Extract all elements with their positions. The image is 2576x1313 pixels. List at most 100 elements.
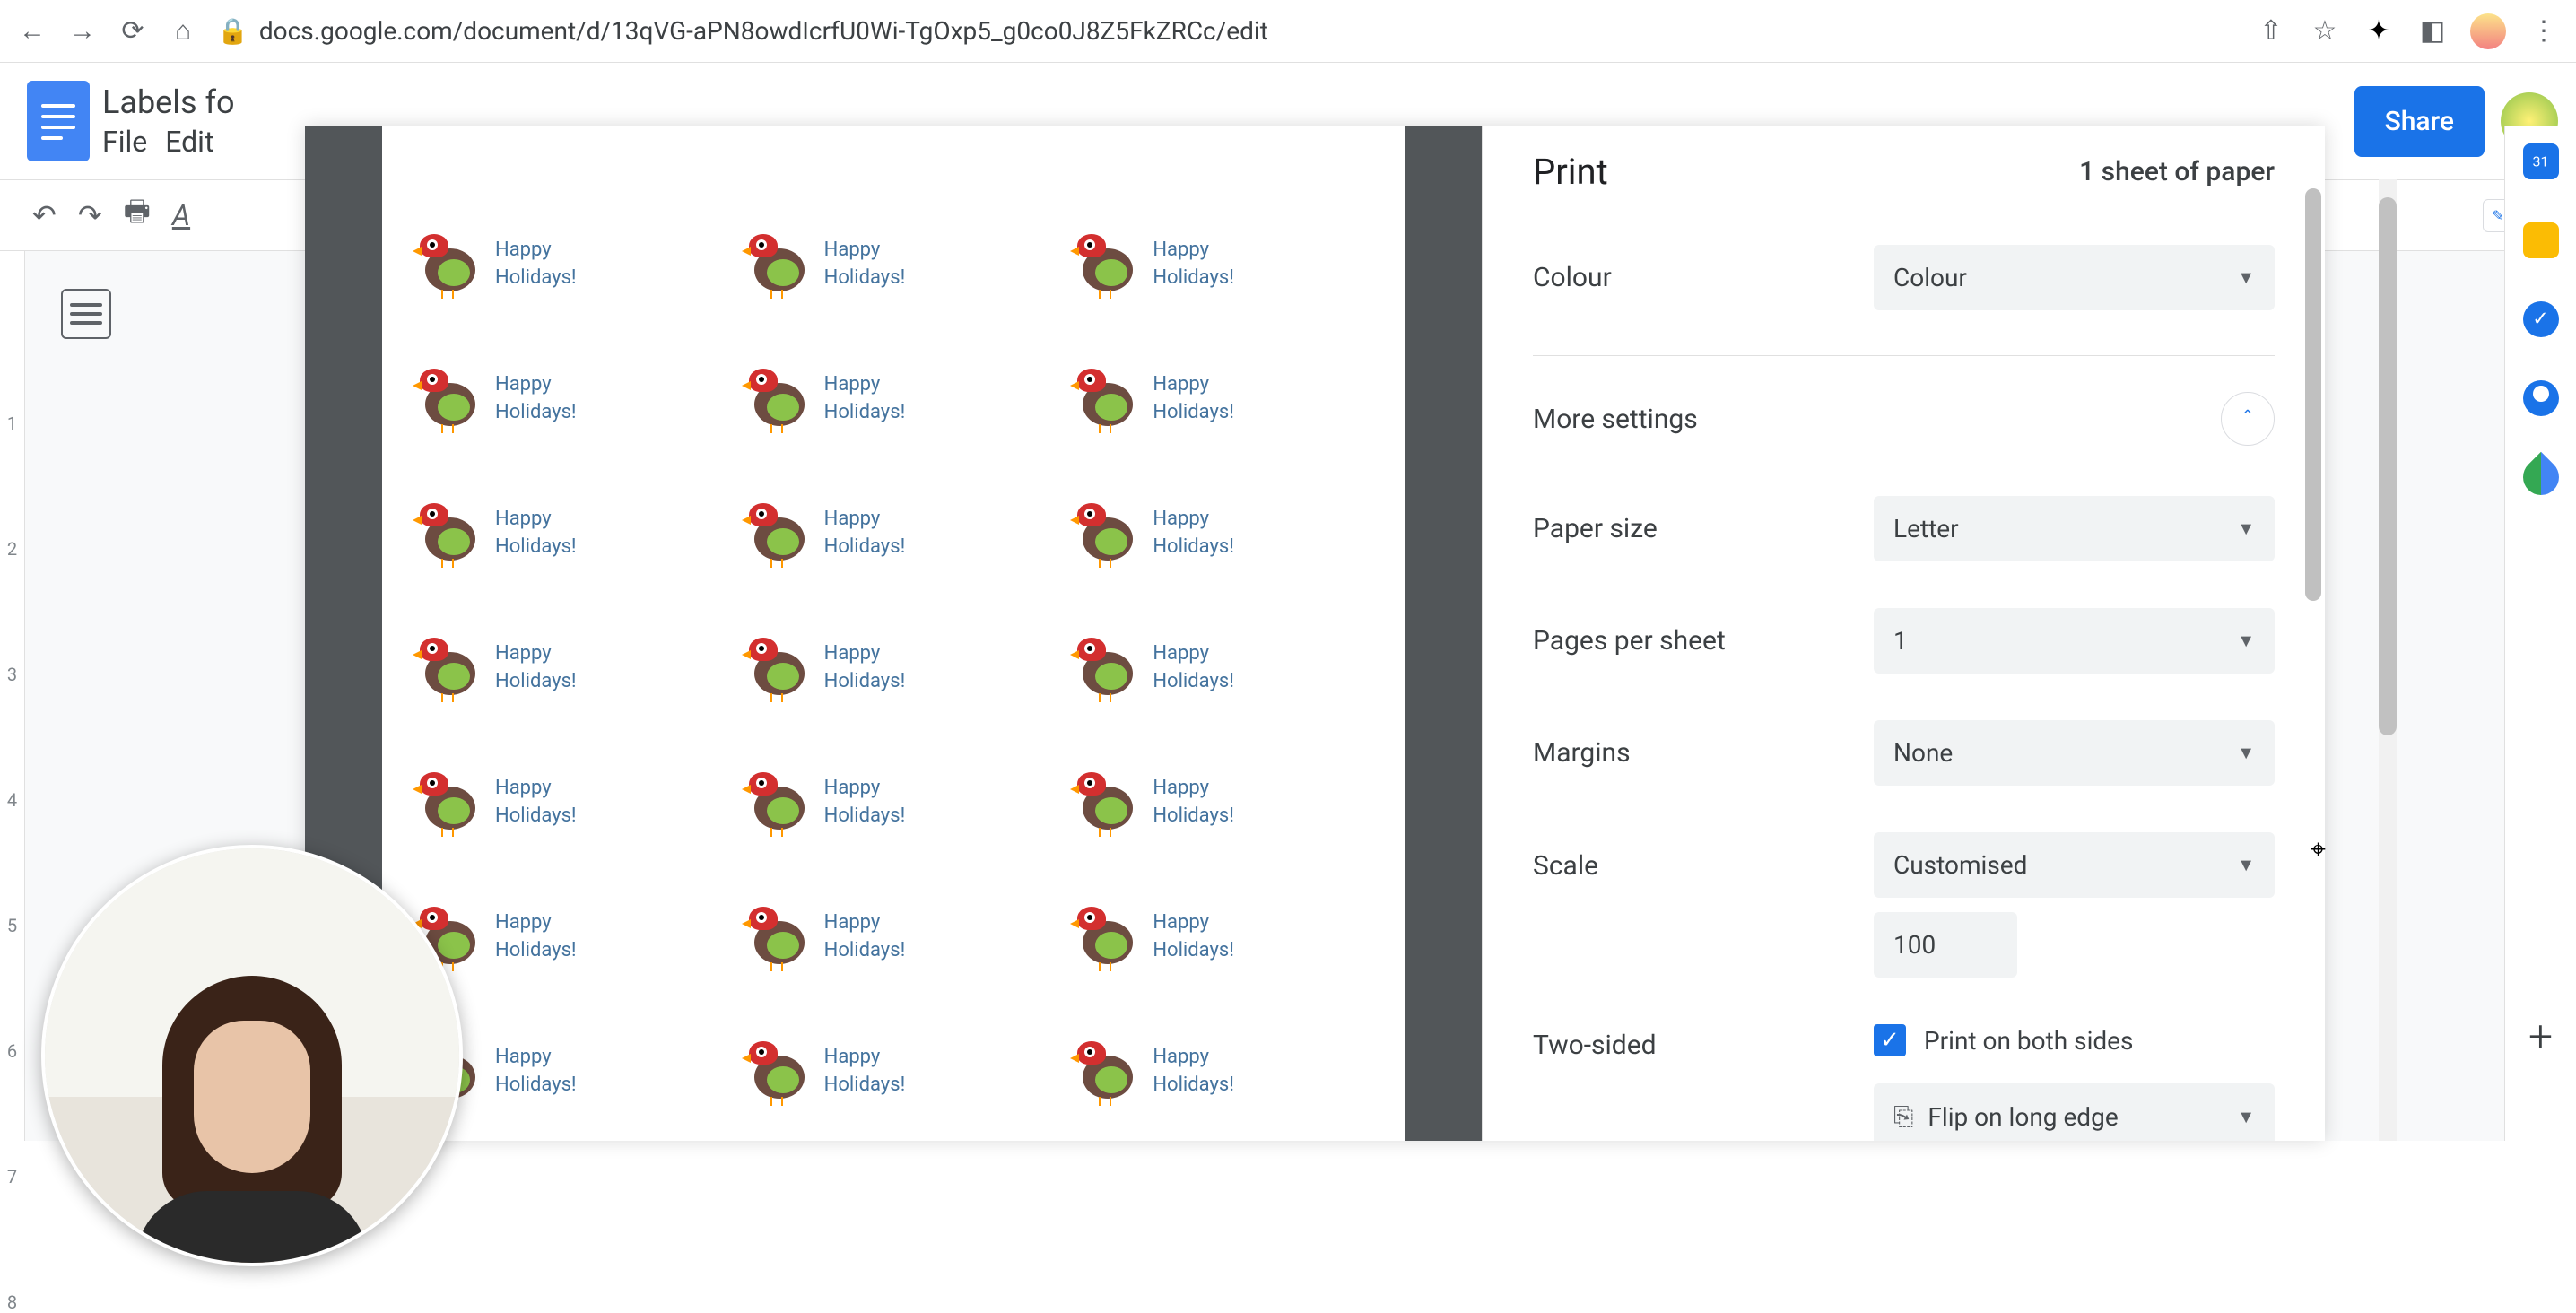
document-outline-icon[interactable] [61, 289, 111, 339]
bird-icon [751, 910, 814, 964]
scale-input[interactable] [1874, 912, 2017, 978]
bookmark-icon[interactable]: ☆ [2309, 15, 2341, 48]
margins-label: Margins [1533, 737, 1874, 769]
undo-icon[interactable]: ↶ [32, 198, 57, 232]
share-button[interactable]: Share [2354, 86, 2485, 157]
chevron-down-icon: ▼ [2237, 854, 2255, 876]
label-cell: HappyHolidays! [1057, 1004, 1387, 1139]
kebab-menu-icon[interactable]: ⋮ [2528, 15, 2560, 48]
chevron-down-icon: ▼ [2237, 517, 2255, 540]
redo-icon[interactable]: ↷ [78, 198, 102, 232]
label-text: HappyHolidays! [495, 506, 577, 561]
bird-icon [422, 238, 484, 291]
pages-per-sheet-label: Pages per sheet [1533, 625, 1874, 656]
calendar-icon[interactable] [2523, 143, 2559, 179]
more-settings-label: More settings [1533, 404, 1698, 435]
scrollbar-thumb[interactable] [2305, 188, 2321, 601]
label-text: HappyHolidays! [1153, 909, 1234, 965]
preview-page: HappyHolidays! HappyHolidays! HappyHolid… [382, 126, 1405, 1141]
label-text: HappyHolidays! [495, 237, 577, 292]
page-scrollbar[interactable] [2379, 179, 2397, 1141]
print-icon[interactable]: 🖶 [124, 191, 151, 239]
label-cell: HappyHolidays! [1057, 601, 1387, 735]
label-cell: HappyHolidays! [729, 735, 1058, 870]
back-button[interactable]: ← [16, 15, 48, 48]
bird-icon [1079, 1045, 1142, 1099]
collapse-more-settings-button[interactable]: ˆ [2221, 392, 2275, 446]
label-text: HappyHolidays! [495, 775, 577, 830]
bird-icon [751, 372, 814, 426]
vertical-ruler: 1 2 3 4 5 6 7 8 [0, 251, 25, 1141]
bird-icon [1079, 507, 1142, 561]
label-text: HappyHolidays! [1153, 775, 1234, 830]
extensions-icon[interactable]: ✦ [2363, 15, 2395, 48]
format-paint-icon[interactable]: A [172, 198, 190, 232]
two-sided-checkbox[interactable]: ✓ [1874, 1024, 1906, 1056]
label-cell: HappyHolidays! [729, 601, 1058, 735]
print-dialog: HappyHolidays! HappyHolidays! HappyHolid… [305, 126, 2325, 1141]
two-sided-checkbox-label: Print on both sides [1924, 1026, 2133, 1056]
url-text: docs.google.com/document/d/13qVG-aPN8owd… [259, 16, 1268, 46]
sheet-count: 1 sheet of paper [2079, 156, 2275, 187]
contacts-icon[interactable] [2523, 380, 2559, 416]
scrollbar-thumb[interactable] [2379, 197, 2397, 735]
profile-avatar[interactable] [2470, 13, 2506, 49]
label-cell: HappyHolidays! [729, 332, 1058, 466]
flip-dropdown[interactable]: ⎘Flip on long edge ▼ [1874, 1083, 2275, 1141]
scale-dropdown[interactable]: Customised▼ [1874, 832, 2275, 898]
bird-icon [751, 238, 814, 291]
label-text: HappyHolidays! [1153, 506, 1234, 561]
label-text: HappyHolidays! [495, 371, 577, 427]
paper-size-label: Paper size [1533, 513, 1874, 544]
maps-icon[interactable] [2515, 452, 2566, 503]
google-side-panel: + [2504, 126, 2576, 1141]
margins-dropdown[interactable]: None▼ [1874, 720, 2275, 786]
bird-icon [422, 372, 484, 426]
reload-button[interactable]: ⟳ [117, 15, 149, 48]
menu-file[interactable]: File [102, 125, 147, 159]
label-text: HappyHolidays! [824, 775, 906, 830]
home-button[interactable]: ⌂ [167, 15, 199, 48]
label-cell: HappyHolidays! [400, 332, 729, 466]
document-title[interactable]: Labels fo [102, 83, 235, 121]
tasks-icon[interactable] [2523, 301, 2559, 337]
bird-icon [1079, 641, 1142, 695]
chevron-down-icon: ▼ [2237, 1106, 2255, 1128]
chevron-down-icon: ▼ [2237, 630, 2255, 652]
scale-label: Scale [1533, 832, 1874, 882]
keep-icon[interactable] [2523, 222, 2559, 258]
pages-per-sheet-dropdown[interactable]: 1▼ [1874, 608, 2275, 674]
sidepanel-toggle-icon[interactable]: ◧ [2416, 15, 2449, 48]
label-cell: HappyHolidays! [1057, 870, 1387, 1004]
label-cell: HappyHolidays! [400, 601, 729, 735]
label-text: HappyHolidays! [824, 371, 906, 427]
bird-icon [751, 507, 814, 561]
label-text: HappyHolidays! [495, 1044, 577, 1100]
print-preview-area[interactable]: HappyHolidays! HappyHolidays! HappyHolid… [305, 126, 1482, 1141]
colour-label: Colour [1533, 262, 1874, 293]
label-text: HappyHolidays! [1153, 237, 1234, 292]
label-cell: HappyHolidays! [729, 1004, 1058, 1139]
print-settings-panel: Print 1 sheet of paper Colour Colour▼ Mo… [1482, 126, 2325, 1141]
label-text: HappyHolidays! [824, 506, 906, 561]
label-cell: HappyHolidays! [1057, 735, 1387, 870]
share-page-icon[interactable]: ⇧ [2255, 15, 2287, 48]
bird-icon [751, 641, 814, 695]
chevron-down-icon: ▼ [2237, 266, 2255, 289]
menu-edit[interactable]: Edit [165, 125, 213, 159]
label-text: HappyHolidays! [495, 909, 577, 965]
bird-icon [751, 1045, 814, 1099]
forward-button[interactable]: → [66, 15, 99, 48]
bird-icon [751, 776, 814, 830]
google-docs-logo-icon[interactable] [27, 81, 90, 161]
add-addon-button[interactable]: + [2528, 1011, 2553, 1062]
label-text: HappyHolidays! [824, 909, 906, 965]
label-cell: HappyHolidays! [729, 466, 1058, 601]
paper-size-dropdown[interactable]: Letter▼ [1874, 496, 2275, 561]
bird-icon [1079, 776, 1142, 830]
label-text: HappyHolidays! [824, 1044, 906, 1100]
label-cell: HappyHolidays! [1057, 332, 1387, 466]
address-bar[interactable]: 🔒 docs.google.com/document/d/13qVG-aPN8o… [217, 16, 2237, 46]
colour-dropdown[interactable]: Colour▼ [1874, 245, 2275, 310]
label-cell: HappyHolidays! [1057, 466, 1387, 601]
